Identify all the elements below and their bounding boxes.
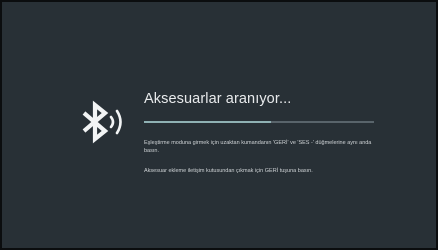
pairing-instruction-text: Eşleştirme moduna girmek için uzaktan ku… <box>144 140 372 154</box>
bluetooth-searching-icon <box>82 100 122 144</box>
exit-instruction-text: Aksesuar ekleme iletişim kutusundan çıkm… <box>144 168 313 174</box>
search-progress-bar <box>144 121 374 123</box>
pairing-screen: Aksesuarlar aranıyor... Eşleştirme modun… <box>2 2 436 248</box>
dialog-title: Aksesuarlar aranıyor... <box>144 91 292 107</box>
search-progress-fill <box>144 121 271 123</box>
